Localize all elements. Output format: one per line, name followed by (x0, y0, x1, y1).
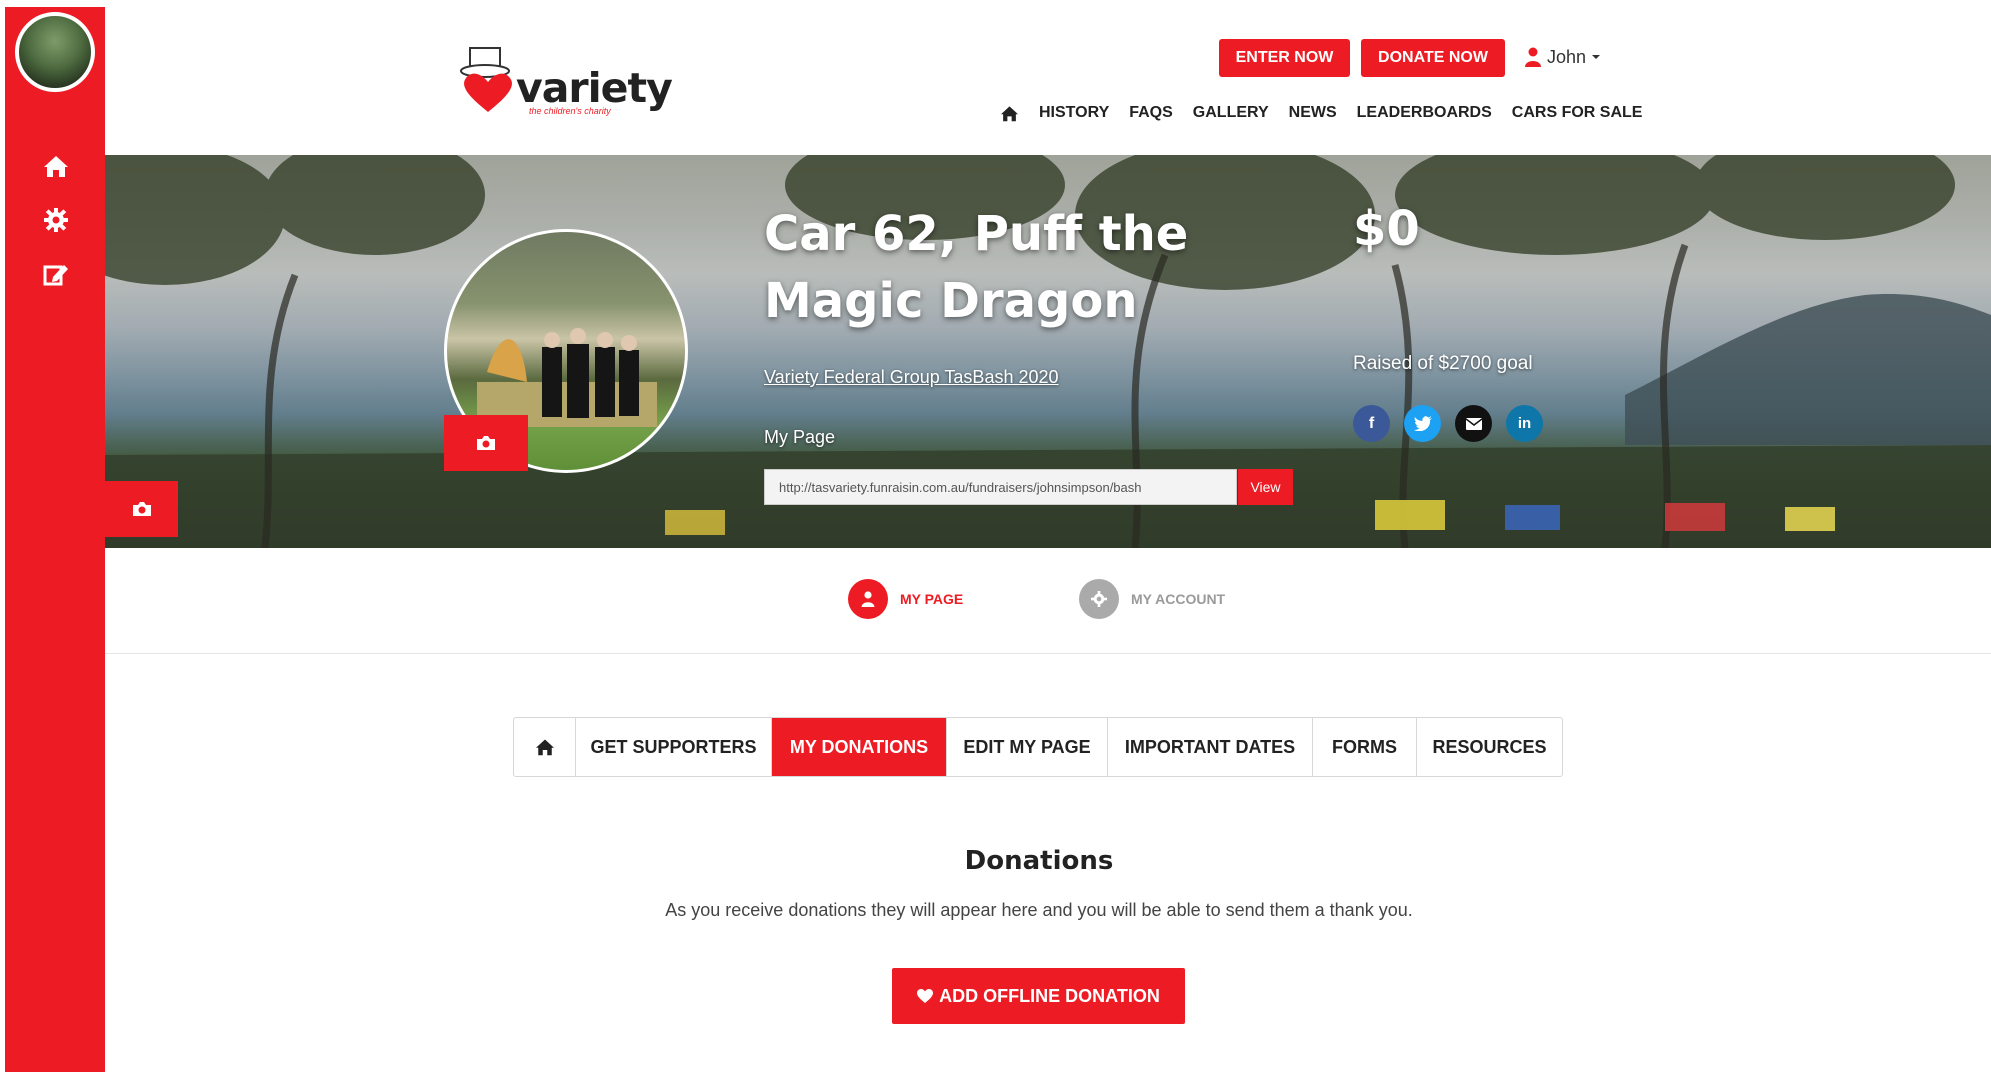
variety-logo[interactable]: variety the children's charity (458, 46, 673, 122)
my-page-label: My Page (764, 427, 836, 447)
tab-home[interactable] (514, 718, 576, 776)
email-share-button[interactable] (1455, 405, 1492, 442)
sidebar-avatar[interactable] (15, 12, 95, 92)
gear-icon[interactable] (41, 205, 71, 235)
user-menu[interactable]: John (1525, 44, 1601, 70)
top-hat-heart-icon (460, 47, 512, 112)
email-icon (1465, 417, 1482, 430)
amount-raised: $0 (1353, 201, 1420, 257)
my-page-user-icon (848, 579, 888, 619)
caret-down-icon (1592, 55, 1601, 59)
tab-get-supporters[interactable]: GET SUPPORTERS (576, 718, 772, 776)
nav-cars-for-sale[interactable]: CARS FOR SALE (1512, 104, 1643, 122)
my-page-switch[interactable]: MY PAGE (848, 579, 963, 619)
add-offline-donation-label: ADD OFFLINE DONATION (939, 985, 1160, 1006)
nav-home-icon[interactable] (1000, 105, 1019, 122)
donations-description: As you receive donations they will appea… (665, 900, 1413, 920)
logo-wordmark: variety (516, 64, 673, 112)
logo-tagline: the children's charity (529, 106, 611, 116)
enter-now-button[interactable]: ENTER NOW (1219, 39, 1350, 77)
linkedin-icon: in (1517, 415, 1532, 432)
hero-banner: Car 62, Puff the Magic Dragon Variety Fe… (105, 155, 1991, 548)
my-account-switch-label: MY ACCOUNT (1131, 591, 1226, 607)
tab-resources[interactable]: RESOURCES (1417, 718, 1562, 776)
camera-icon (477, 436, 495, 450)
user-name: John (1547, 46, 1587, 67)
my-page-switch-label: MY PAGE (900, 591, 964, 607)
edit-icon[interactable] (41, 259, 71, 289)
donations-title: Donations (964, 846, 1114, 876)
home-icon[interactable] (41, 151, 71, 181)
tab-edit-my-page[interactable]: EDIT MY PAGE (947, 718, 1108, 776)
heart-icon (917, 989, 934, 1003)
tab-my-donations[interactable]: MY DONATIONS (772, 718, 947, 776)
twitter-share-button[interactable] (1404, 405, 1441, 442)
twitter-icon (1413, 416, 1432, 431)
nav-faqs[interactable]: FAQS (1129, 104, 1173, 122)
linkedin-share-button[interactable]: in (1506, 405, 1543, 442)
tab-forms[interactable]: FORMS (1313, 718, 1417, 776)
event-link[interactable]: Variety Federal Group TasBash 2020 (764, 367, 1059, 388)
my-account-gear-icon (1079, 579, 1119, 619)
home-icon (535, 739, 554, 756)
tab-important-dates[interactable]: IMPORTANT DATES (1108, 718, 1313, 776)
goal-text: Raised of $2700 goal (1353, 353, 1533, 374)
profile-photo-camera-button[interactable] (444, 415, 528, 471)
my-account-switch[interactable]: MY ACCOUNT (1079, 579, 1225, 619)
facebook-icon: f (1368, 414, 1375, 432)
view-page-button[interactable]: View (1238, 469, 1293, 505)
fundraiser-title: Car 62, Puff the Magic Dragon (764, 206, 1189, 329)
user-icon (1525, 47, 1541, 67)
dashboard-tabs: GET SUPPORTERS MY DONATIONS EDIT MY PAGE… (513, 717, 1563, 777)
add-offline-donation-button[interactable]: ADD OFFLINE DONATION (892, 968, 1185, 1024)
nav-history[interactable]: HISTORY (1039, 104, 1109, 122)
page: variety the children's charity ENTER NOW… (0, 0, 1991, 1072)
cover-photo-camera-button[interactable] (105, 481, 178, 537)
facebook-share-button[interactable]: f (1353, 405, 1390, 442)
nav-leaderboards[interactable]: LEADERBOARDS (1357, 104, 1492, 122)
nav-news[interactable]: NEWS (1289, 104, 1337, 122)
section-divider (105, 653, 1991, 654)
main-nav: HISTORY FAQS GALLERY NEWS LEADERBOARDS C… (1000, 102, 1642, 124)
page-url-field[interactable]: http://tasvariety.funraisin.com.au/fundr… (764, 469, 1237, 505)
donate-now-button[interactable]: DONATE NOW (1361, 39, 1505, 77)
camera-icon (132, 502, 151, 516)
nav-gallery[interactable]: GALLERY (1193, 104, 1269, 122)
